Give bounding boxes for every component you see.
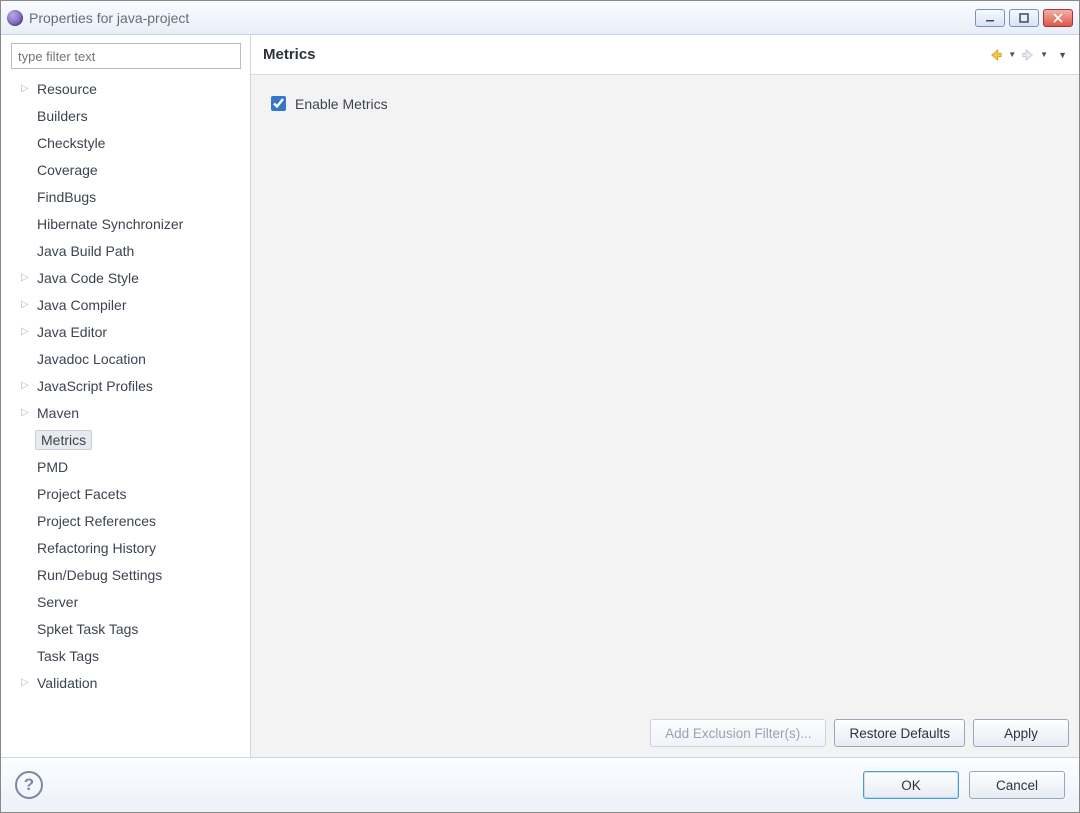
filter-input[interactable] xyxy=(11,43,241,69)
sidebar-item[interactable]: ▷Coverage xyxy=(11,156,250,183)
dialog-body: ▷Resource▷Builders▷Checkstyle▷Coverage▷F… xyxy=(1,35,1079,758)
help-button[interactable]: ? xyxy=(15,771,43,799)
view-menu-button[interactable]: ▼ xyxy=(1058,50,1067,60)
sidebar-item[interactable]: ▷ Validation xyxy=(11,669,250,696)
sidebar-item-label: Maven xyxy=(35,404,81,422)
sidebar-item[interactable]: ▷Spket Task Tags xyxy=(11,615,250,642)
page-title: Metrics xyxy=(263,46,316,63)
tree-expander-icon[interactable]: ▷ xyxy=(21,380,31,391)
sidebar-item-label: Resource xyxy=(35,80,99,98)
sidebar-item[interactable]: ▷Task Tags xyxy=(11,642,250,669)
sidebar-item[interactable]: ▷Builders xyxy=(11,102,250,129)
sidebar-item-label: Task Tags xyxy=(35,647,101,665)
sidebar-item-label: Validation xyxy=(35,674,99,692)
nav-back-button[interactable] xyxy=(988,47,1004,63)
sidebar-item[interactable]: ▷Project Facets xyxy=(11,480,250,507)
sidebar-item-label: JavaScript Profiles xyxy=(35,377,155,395)
sidebar-item[interactable]: ▷Checkstyle xyxy=(11,129,250,156)
main-header: Metrics ▼ ▼ ▼ xyxy=(251,35,1079,75)
sidebar-item[interactable]: ▷Refactoring History xyxy=(11,534,250,561)
tree-expander-icon[interactable]: ▷ xyxy=(21,299,31,310)
main-button-row: Add Exclusion Filter(s)... Restore Defau… xyxy=(650,719,1069,747)
sidebar-item[interactable]: ▷ Java Compiler xyxy=(11,291,250,318)
tree-expander-icon[interactable]: ▷ xyxy=(21,677,31,688)
help-icon: ? xyxy=(24,775,34,795)
nav-back-dropdown[interactable]: ▼ xyxy=(1008,50,1016,59)
window-controls xyxy=(975,9,1073,27)
sidebar-item[interactable]: ▷Hibernate Synchronizer xyxy=(11,210,250,237)
sidebar-item[interactable]: ▷ Java Editor xyxy=(11,318,250,345)
sidebar-item[interactable]: ▷FindBugs xyxy=(11,183,250,210)
sidebar-item-label: Javadoc Location xyxy=(35,350,148,368)
nav-forward-dropdown[interactable]: ▼ xyxy=(1040,50,1048,59)
close-icon xyxy=(1053,13,1063,23)
close-button[interactable] xyxy=(1043,9,1073,27)
sidebar-item-label: Project References xyxy=(35,512,158,530)
tree-expander-icon[interactable]: ▷ xyxy=(21,407,31,418)
window-title: Properties for java-project xyxy=(29,10,969,26)
maximize-button[interactable] xyxy=(1009,9,1039,27)
arrow-left-icon xyxy=(989,48,1003,62)
sidebar-item-label: Checkstyle xyxy=(35,134,107,152)
sidebar-item-label: FindBugs xyxy=(35,188,98,206)
eclipse-icon xyxy=(7,10,23,26)
minimize-icon xyxy=(985,13,995,23)
sidebar-item-label: Builders xyxy=(35,107,90,125)
main-body: Enable Metrics Add Exclusion Filter(s)..… xyxy=(251,75,1079,757)
sidebar-item-label: PMD xyxy=(35,458,70,476)
minimize-button[interactable] xyxy=(975,9,1005,27)
enable-metrics-row[interactable]: Enable Metrics xyxy=(267,93,1063,114)
properties-dialog: Properties for java-project ▷Resource▷Bu… xyxy=(0,0,1080,813)
enable-metrics-label: Enable Metrics xyxy=(295,96,388,112)
sidebar-item[interactable]: ▷Java Build Path xyxy=(11,237,250,264)
ok-button[interactable]: OK xyxy=(863,771,959,799)
sidebar-item[interactable]: ▷Server xyxy=(11,588,250,615)
maximize-icon xyxy=(1019,13,1029,23)
sidebar-item-label: Server xyxy=(35,593,80,611)
titlebar: Properties for java-project xyxy=(1,1,1079,35)
tree-expander-icon[interactable]: ▷ xyxy=(21,272,31,283)
add-exclusion-filters-button[interactable]: Add Exclusion Filter(s)... xyxy=(650,719,826,747)
header-nav-icons: ▼ ▼ ▼ xyxy=(988,47,1067,63)
sidebar-item[interactable]: ▷ Resource xyxy=(11,75,250,102)
sidebar-item-label: Spket Task Tags xyxy=(35,620,140,638)
sidebar-item[interactable]: ▷Javadoc Location xyxy=(11,345,250,372)
sidebar-item[interactable]: ▷Project References xyxy=(11,507,250,534)
sidebar-item[interactable]: ▷Metrics xyxy=(11,426,250,453)
tree-expander-icon[interactable]: ▷ xyxy=(21,83,31,94)
sidebar-item-label: Java Code Style xyxy=(35,269,141,287)
sidebar-item-label: Project Facets xyxy=(35,485,128,503)
sidebar-item[interactable]: ▷ JavaScript Profiles xyxy=(11,372,250,399)
sidebar: ▷Resource▷Builders▷Checkstyle▷Coverage▷F… xyxy=(1,35,251,757)
restore-defaults-button[interactable]: Restore Defaults xyxy=(834,719,965,747)
category-tree: ▷Resource▷Builders▷Checkstyle▷Coverage▷F… xyxy=(11,75,250,749)
enable-metrics-checkbox[interactable] xyxy=(271,96,286,111)
nav-forward-button[interactable] xyxy=(1020,47,1036,63)
sidebar-item[interactable]: ▷Run/Debug Settings xyxy=(11,561,250,588)
sidebar-item[interactable]: ▷ Maven xyxy=(11,399,250,426)
footer-button-row: OK Cancel xyxy=(863,771,1065,799)
sidebar-item[interactable]: ▷ Java Code Style xyxy=(11,264,250,291)
sidebar-item-label: Hibernate Synchronizer xyxy=(35,215,185,233)
sidebar-item[interactable]: ▷PMD xyxy=(11,453,250,480)
cancel-button[interactable]: Cancel xyxy=(969,771,1065,799)
sidebar-item-label: Run/Debug Settings xyxy=(35,566,164,584)
sidebar-item-label: Metrics xyxy=(35,430,92,450)
sidebar-item-label: Java Editor xyxy=(35,323,109,341)
tree-expander-icon[interactable]: ▷ xyxy=(21,326,31,337)
main-panel: Metrics ▼ ▼ ▼ xyxy=(251,35,1079,757)
sidebar-item-label: Java Compiler xyxy=(35,296,128,314)
arrow-right-icon xyxy=(1021,48,1035,62)
sidebar-item-label: Coverage xyxy=(35,161,100,179)
sidebar-item-label: Refactoring History xyxy=(35,539,158,557)
sidebar-item-label: Java Build Path xyxy=(35,242,136,260)
dialog-footer: ? OK Cancel xyxy=(1,758,1079,812)
apply-button[interactable]: Apply xyxy=(973,719,1069,747)
